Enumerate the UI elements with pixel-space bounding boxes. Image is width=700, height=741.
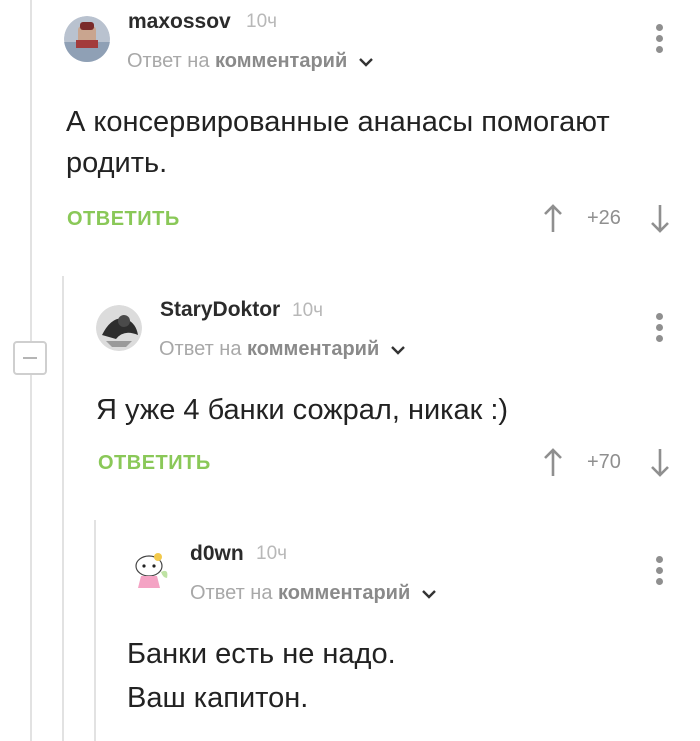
more-vertical-icon[interactable] <box>654 313 664 343</box>
username[interactable]: maxossov <box>128 10 231 34</box>
timestamp: 10ч <box>256 543 288 564</box>
collapse-thread-button[interactable] <box>13 341 47 375</box>
chevron-down-icon <box>358 57 373 67</box>
username[interactable]: d0wn <box>190 542 244 566</box>
comment-text-line-2: Ваш капитон. <box>127 682 309 714</box>
avatar[interactable] <box>64 16 110 62</box>
rating-value: +70 <box>587 451 621 473</box>
arrow-up-icon[interactable] <box>543 203 563 233</box>
chevron-down-icon <box>421 589 436 599</box>
more-vertical-icon[interactable] <box>654 24 664 54</box>
timestamp: 10ч <box>292 300 324 321</box>
comment-text-line-1: Банки есть не надо. <box>127 638 396 670</box>
avatar[interactable] <box>127 548 173 594</box>
username[interactable]: StaryDoktor <box>160 298 280 322</box>
thread-line-level-1 <box>62 276 64 741</box>
reply-button[interactable]: ОТВЕТИТЬ <box>67 208 180 231</box>
reply-to-prefix: Ответ на <box>159 338 242 360</box>
reply-to-prefix: Ответ на <box>190 582 273 604</box>
reply-to-link[interactable]: Ответ на комментарий <box>159 338 405 361</box>
arrow-up-icon[interactable] <box>543 447 563 477</box>
avatar[interactable] <box>96 305 142 351</box>
arrow-down-icon[interactable] <box>650 448 670 478</box>
arrow-down-icon[interactable] <box>650 204 670 234</box>
comment-text: Я уже 4 банки сожрал, никак :) <box>96 394 509 426</box>
timestamp: 10ч <box>246 11 278 32</box>
reply-to-link[interactable]: Ответ на комментарий <box>190 582 436 605</box>
rating-value: +26 <box>587 207 621 229</box>
comment-text: А консервированные ананасы помогают роди… <box>66 106 610 179</box>
more-vertical-icon[interactable] <box>654 556 664 586</box>
reply-to-target: комментарий <box>215 50 348 72</box>
reply-button[interactable]: ОТВЕТИТЬ <box>98 452 211 475</box>
chevron-down-icon <box>390 345 405 355</box>
thread-line-level-2 <box>94 520 96 741</box>
reply-to-target: комментарий <box>278 582 411 604</box>
reply-to-prefix: Ответ на <box>127 50 210 72</box>
reply-to-link[interactable]: Ответ на комментарий <box>127 50 373 73</box>
reply-to-target: комментарий <box>247 338 380 360</box>
